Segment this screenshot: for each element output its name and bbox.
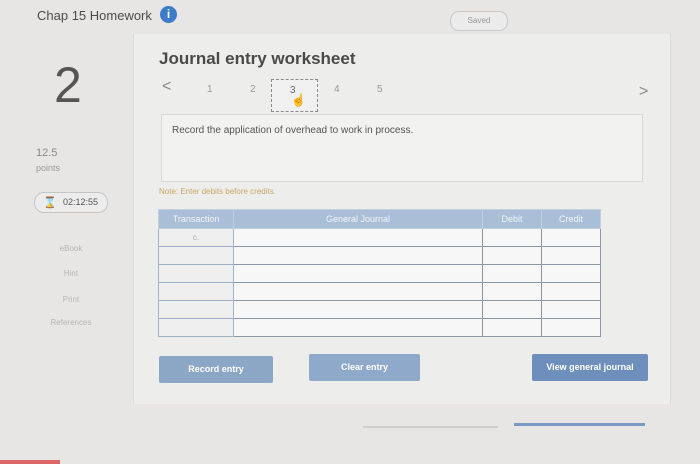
divider <box>363 426 498 428</box>
step-5[interactable]: 5 <box>377 84 383 95</box>
step-4[interactable]: 4 <box>334 84 340 95</box>
debit-input[interactable] <box>482 300 542 319</box>
account-input[interactable] <box>233 282 483 301</box>
pointer-hand-icon: ☝ <box>291 93 306 107</box>
record-entry-button[interactable]: Record entry <box>159 356 273 383</box>
transaction-cell: c. <box>158 228 234 247</box>
table-row <box>158 264 601 283</box>
debit-input[interactable] <box>482 228 542 247</box>
credit-input[interactable] <box>541 318 601 337</box>
table-row: c. <box>158 228 601 247</box>
progress-indicator <box>514 423 645 426</box>
table-row <box>158 282 601 301</box>
step-3[interactable]: 3 ☝ <box>271 79 318 112</box>
instruction-box: Record the application of overhead to wo… <box>161 114 643 182</box>
debit-input[interactable] <box>482 282 542 301</box>
account-input[interactable] <box>233 318 483 337</box>
question-number: 2 <box>54 57 82 113</box>
clear-entry-button[interactable]: Clear entry <box>309 354 420 381</box>
homework-title: Chap 15 Homework <box>37 8 152 23</box>
col-debit: Debit <box>482 209 542 229</box>
transaction-cell <box>158 282 234 301</box>
col-credit: Credit <box>541 209 601 229</box>
table-row <box>158 318 601 337</box>
table-row <box>158 246 601 265</box>
journal-table: Transaction General Journal Debit Credit… <box>158 209 601 337</box>
info-icon[interactable]: i <box>160 6 177 23</box>
credit-input[interactable] <box>541 264 601 283</box>
credit-input[interactable] <box>541 300 601 319</box>
transaction-cell <box>158 300 234 319</box>
ebook-link[interactable]: eBook <box>5 244 137 253</box>
step-1[interactable]: 1 <box>207 84 213 95</box>
points-value: 12.5 <box>36 147 58 159</box>
debit-input[interactable] <box>482 264 542 283</box>
instruction-text: Record the application of overhead to wo… <box>172 125 414 136</box>
worksheet-panel: Journal entry worksheet < 1 2 3 ☝ 4 5 > … <box>133 34 671 404</box>
transaction-cell <box>158 246 234 265</box>
account-input[interactable] <box>233 228 483 247</box>
account-input[interactable] <box>233 246 483 265</box>
credit-input[interactable] <box>541 246 601 265</box>
col-transaction: Transaction <box>158 209 234 229</box>
view-general-journal-button[interactable]: View general journal <box>532 354 648 381</box>
transaction-cell <box>158 264 234 283</box>
credit-input[interactable] <box>541 228 601 247</box>
worksheet-title: Journal entry worksheet <box>159 49 356 68</box>
hourglass-icon: ⌛ <box>43 197 57 209</box>
top-bar: Chap 15 Homework i Saved <box>0 0 700 34</box>
points-label: points <box>36 163 61 173</box>
hint-link[interactable]: Hint <box>5 269 137 278</box>
next-arrow-icon[interactable]: > <box>639 83 648 101</box>
timer-value: 02:12:55 <box>63 197 99 207</box>
journal-header-row: Transaction General Journal Debit Credit <box>158 209 601 229</box>
credit-input[interactable] <box>541 282 601 301</box>
debit-input[interactable] <box>482 246 542 265</box>
question-sidebar: 2 12.5 points ⌛ 02:12:55 eBook Hint Prin… <box>0 34 132 464</box>
prev-arrow-icon[interactable]: < <box>162 78 171 96</box>
account-input[interactable] <box>233 264 483 283</box>
table-row <box>158 300 601 319</box>
timer[interactable]: ⌛ 02:12:55 <box>34 192 108 213</box>
account-input[interactable] <box>233 300 483 319</box>
note-text: Note: Enter debits before credits. <box>159 187 276 196</box>
print-link[interactable]: Print <box>5 295 137 304</box>
debit-input[interactable] <box>482 318 542 337</box>
accent-bar <box>0 460 60 464</box>
references-link[interactable]: References <box>5 318 137 327</box>
col-general-journal: General Journal <box>233 209 483 229</box>
saved-status: Saved <box>450 11 508 31</box>
transaction-cell <box>158 318 234 337</box>
step-2[interactable]: 2 <box>250 84 256 95</box>
